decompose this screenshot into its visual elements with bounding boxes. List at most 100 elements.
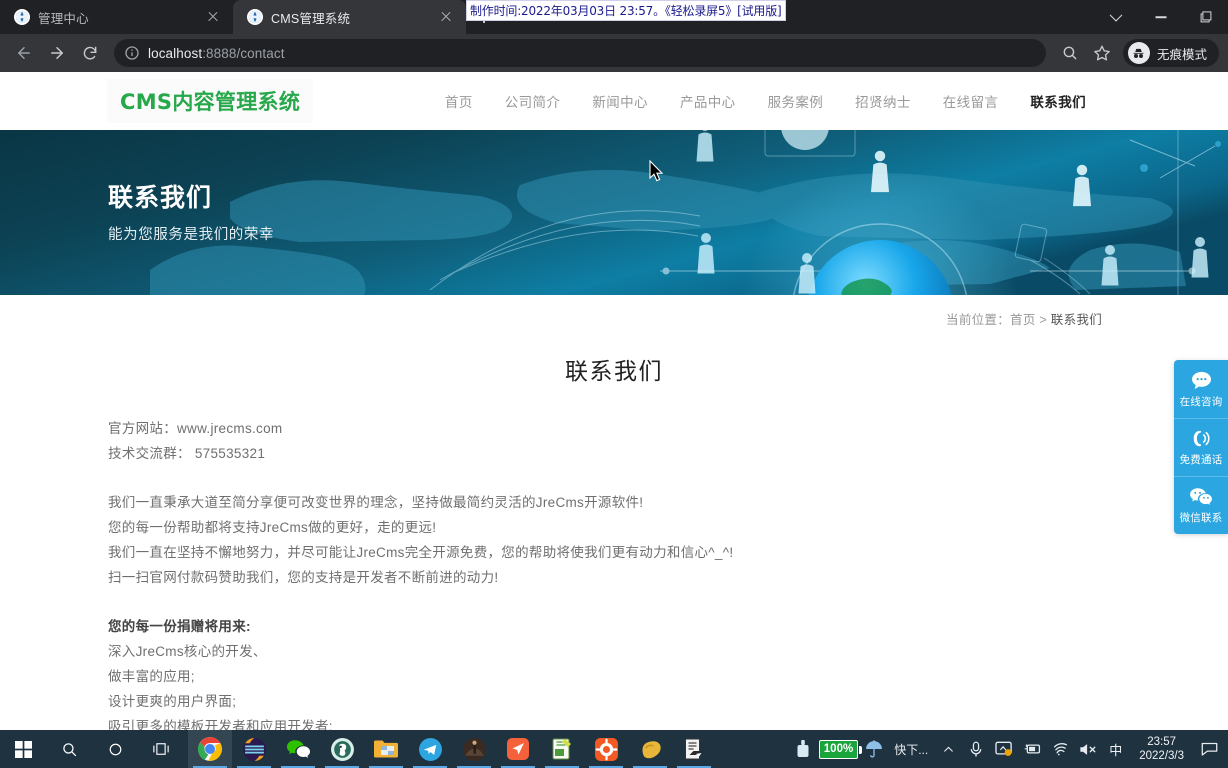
article-line-heading: 您的每一份捐赠将用来:	[108, 619, 251, 634]
star-icon[interactable]	[1087, 38, 1117, 68]
file-explorer-taskbar-icon[interactable]	[364, 730, 408, 768]
tab-title: 管理中心	[38, 11, 89, 26]
start-button-icon[interactable]	[0, 730, 46, 768]
search-icon[interactable]	[46, 730, 92, 768]
nav-item-message[interactable]: 在线留言	[927, 91, 1015, 111]
mouse-cursor	[649, 160, 664, 182]
back-button[interactable]	[9, 38, 39, 68]
microphone-icon[interactable]	[962, 730, 990, 768]
wifi-icon[interactable]	[1046, 730, 1074, 768]
power-battery-icon[interactable]	[1018, 730, 1046, 768]
wechat-taskbar-icon[interactable]	[276, 730, 320, 768]
search-icon[interactable]	[1055, 38, 1085, 68]
page-title: 联系我们	[565, 358, 663, 384]
incognito-icon	[1127, 42, 1150, 64]
restore-button[interactable]	[1183, 0, 1228, 34]
article-line: 深入JreCms核心的开发、	[108, 644, 267, 659]
show-hidden-icons-chevron[interactable]	[934, 730, 962, 768]
breadcrumb-separator: >	[1035, 313, 1051, 327]
site-header: CMS内容管理系统 首页 公司简介 新闻中心 产品中心 服务案例 招贤纳士 在线…	[0, 72, 1228, 130]
article-line: 技术交流群： 575535321	[108, 446, 266, 461]
settings-taskbar-icon[interactable]	[584, 730, 628, 768]
forward-button[interactable]	[42, 38, 72, 68]
nav-item-home[interactable]: 首页	[429, 91, 489, 111]
breadcrumb-current: 联系我们	[1050, 313, 1102, 327]
incognito-indicator[interactable]: 无痕模式	[1122, 39, 1219, 67]
close-icon[interactable]	[205, 9, 221, 25]
side-service-online-consult[interactable]: 在线咨询	[1174, 360, 1228, 418]
article-line: 设计更爽的用户界面;	[108, 694, 237, 709]
clock-date: 2022/3/3	[1139, 750, 1184, 762]
nav-item-jobs[interactable]: 招贤纳士	[839, 91, 927, 111]
article-line: 我们一直秉承大道至简分享便可改变世界的理念，坚持做最简约灵活的JreCms开源软…	[108, 495, 644, 510]
hero-title: 联系我们	[108, 184, 213, 212]
weather-label[interactable]: 快下...	[888, 741, 934, 758]
potato-taskbar-icon[interactable]	[628, 730, 672, 768]
article-line: 官方网站：www.jrecms.com	[108, 421, 283, 436]
tab-search-chevron-down-icon[interactable]	[1093, 0, 1138, 34]
hero-subtitle: 能为您服务是我们的荣幸	[108, 227, 275, 243]
breadcrumb: 当前位置：首页 > 联系我们	[0, 295, 1228, 328]
article-line: 我们一直在坚持不懈地努力，并尽可能让JreCms完全开源免费，您的帮助将使我们更…	[108, 545, 734, 560]
article-line: 吸引更多的模板开发者和应用开发者;	[108, 719, 333, 730]
site-logo[interactable]: CMS内容管理系统	[107, 79, 314, 123]
taskbar-clock[interactable]: 23:57 2022/3/3	[1129, 730, 1194, 768]
taskbar-app-buttons	[188, 730, 716, 768]
minimize-button[interactable]	[1138, 0, 1183, 34]
nav-item-products[interactable]: 产品中心	[664, 91, 752, 111]
article-line: 扫一扫官网付款码赞助我们，您的支持是开发者不断前进的动力!	[108, 570, 499, 585]
breadcrumb-home-link[interactable]: 首页	[1010, 313, 1036, 327]
navigation-taskbar-icon[interactable]	[496, 730, 540, 768]
volume-muted-icon[interactable]	[1074, 730, 1102, 768]
hero-text-block: 联系我们 能为您服务是我们的荣幸	[108, 178, 274, 244]
battery-icon[interactable]	[789, 730, 817, 768]
chrome-browser-window: 管理中心 CMS管理系统 localhost:8888/contact 无痕模式…	[0, 0, 1228, 730]
side-service-label: 免费通话	[1179, 454, 1223, 466]
reload-button[interactable]	[75, 38, 105, 68]
browser-taskbar-icon[interactable]	[320, 730, 364, 768]
address-bar-text: localhost:8888/contact	[148, 46, 285, 61]
telegram-taskbar-icon[interactable]	[408, 730, 452, 768]
incognito-label: 无痕模式	[1156, 47, 1207, 62]
article-spacer	[108, 590, 1228, 614]
side-service-free-call[interactable]: 免费通话	[1174, 418, 1228, 476]
browser-tab-1[interactable]: CMS管理系统	[233, 0, 466, 34]
globe-icon	[14, 9, 30, 25]
windows-taskbar: 100% 快下... 中 23:57 2022/3/3	[0, 730, 1228, 768]
browser-tab-0[interactable]: 管理中心	[0, 0, 233, 34]
weather-umbrella-icon[interactable]	[860, 730, 888, 768]
article-line: 您的每一份帮助都将支持JreCms做的更好，走的更远!	[108, 520, 437, 535]
notification-icon[interactable]	[1194, 730, 1224, 768]
screen-capture-icon[interactable]	[990, 730, 1018, 768]
tab-title: CMS管理系统	[271, 11, 351, 26]
chrome-taskbar-icon[interactable]	[188, 730, 232, 768]
battery-percentage-badge[interactable]: 100%	[818, 739, 863, 759]
editor-taskbar-icon[interactable]	[232, 730, 276, 768]
ime-indicator[interactable]: 中	[1102, 740, 1129, 759]
screen-recorder-watermark: 制作时间:2022年03月03日 23:57。《轻松录屏5》[试用版]	[466, 0, 786, 21]
idea-taskbar-icon[interactable]	[452, 730, 496, 768]
notes-taskbar-icon[interactable]	[540, 730, 584, 768]
clock-time: 23:57	[1147, 736, 1176, 748]
chat-bubble-icon	[1191, 370, 1212, 392]
toolbar-right-actions: 无痕模式	[1055, 38, 1219, 68]
main-navigation: 首页 公司简介 新闻中心 产品中心 服务案例 招贤纳士 在线留言 联系我们	[429, 91, 1102, 111]
pdf-taskbar-icon[interactable]	[672, 730, 716, 768]
hero-banner: 联系我们 能为您服务是我们的荣幸	[0, 130, 1228, 295]
close-icon[interactable]	[438, 9, 454, 25]
web-page: CMS内容管理系统 首页 公司简介 新闻中心 产品中心 服务案例 招贤纳士 在线…	[0, 72, 1228, 730]
nav-item-about[interactable]: 公司简介	[489, 91, 577, 111]
side-service-widget: 在线咨询 免费通话 微信联系	[1174, 360, 1228, 534]
site-info-icon[interactable]	[124, 45, 140, 61]
wechat-icon	[1189, 486, 1213, 508]
nav-item-news[interactable]: 新闻中心	[576, 91, 664, 111]
side-service-wechat[interactable]: 微信联系	[1174, 476, 1228, 534]
cortana-icon[interactable]	[92, 730, 138, 768]
address-bar[interactable]: localhost:8888/contact	[114, 39, 1046, 67]
nav-item-cases[interactable]: 服务案例	[752, 91, 840, 111]
phone-call-icon	[1190, 428, 1212, 450]
task-view-icon[interactable]	[138, 730, 184, 768]
nav-item-contact[interactable]: 联系我们	[1014, 91, 1102, 111]
article-spacer	[108, 466, 1228, 490]
globe-icon	[247, 9, 263, 25]
